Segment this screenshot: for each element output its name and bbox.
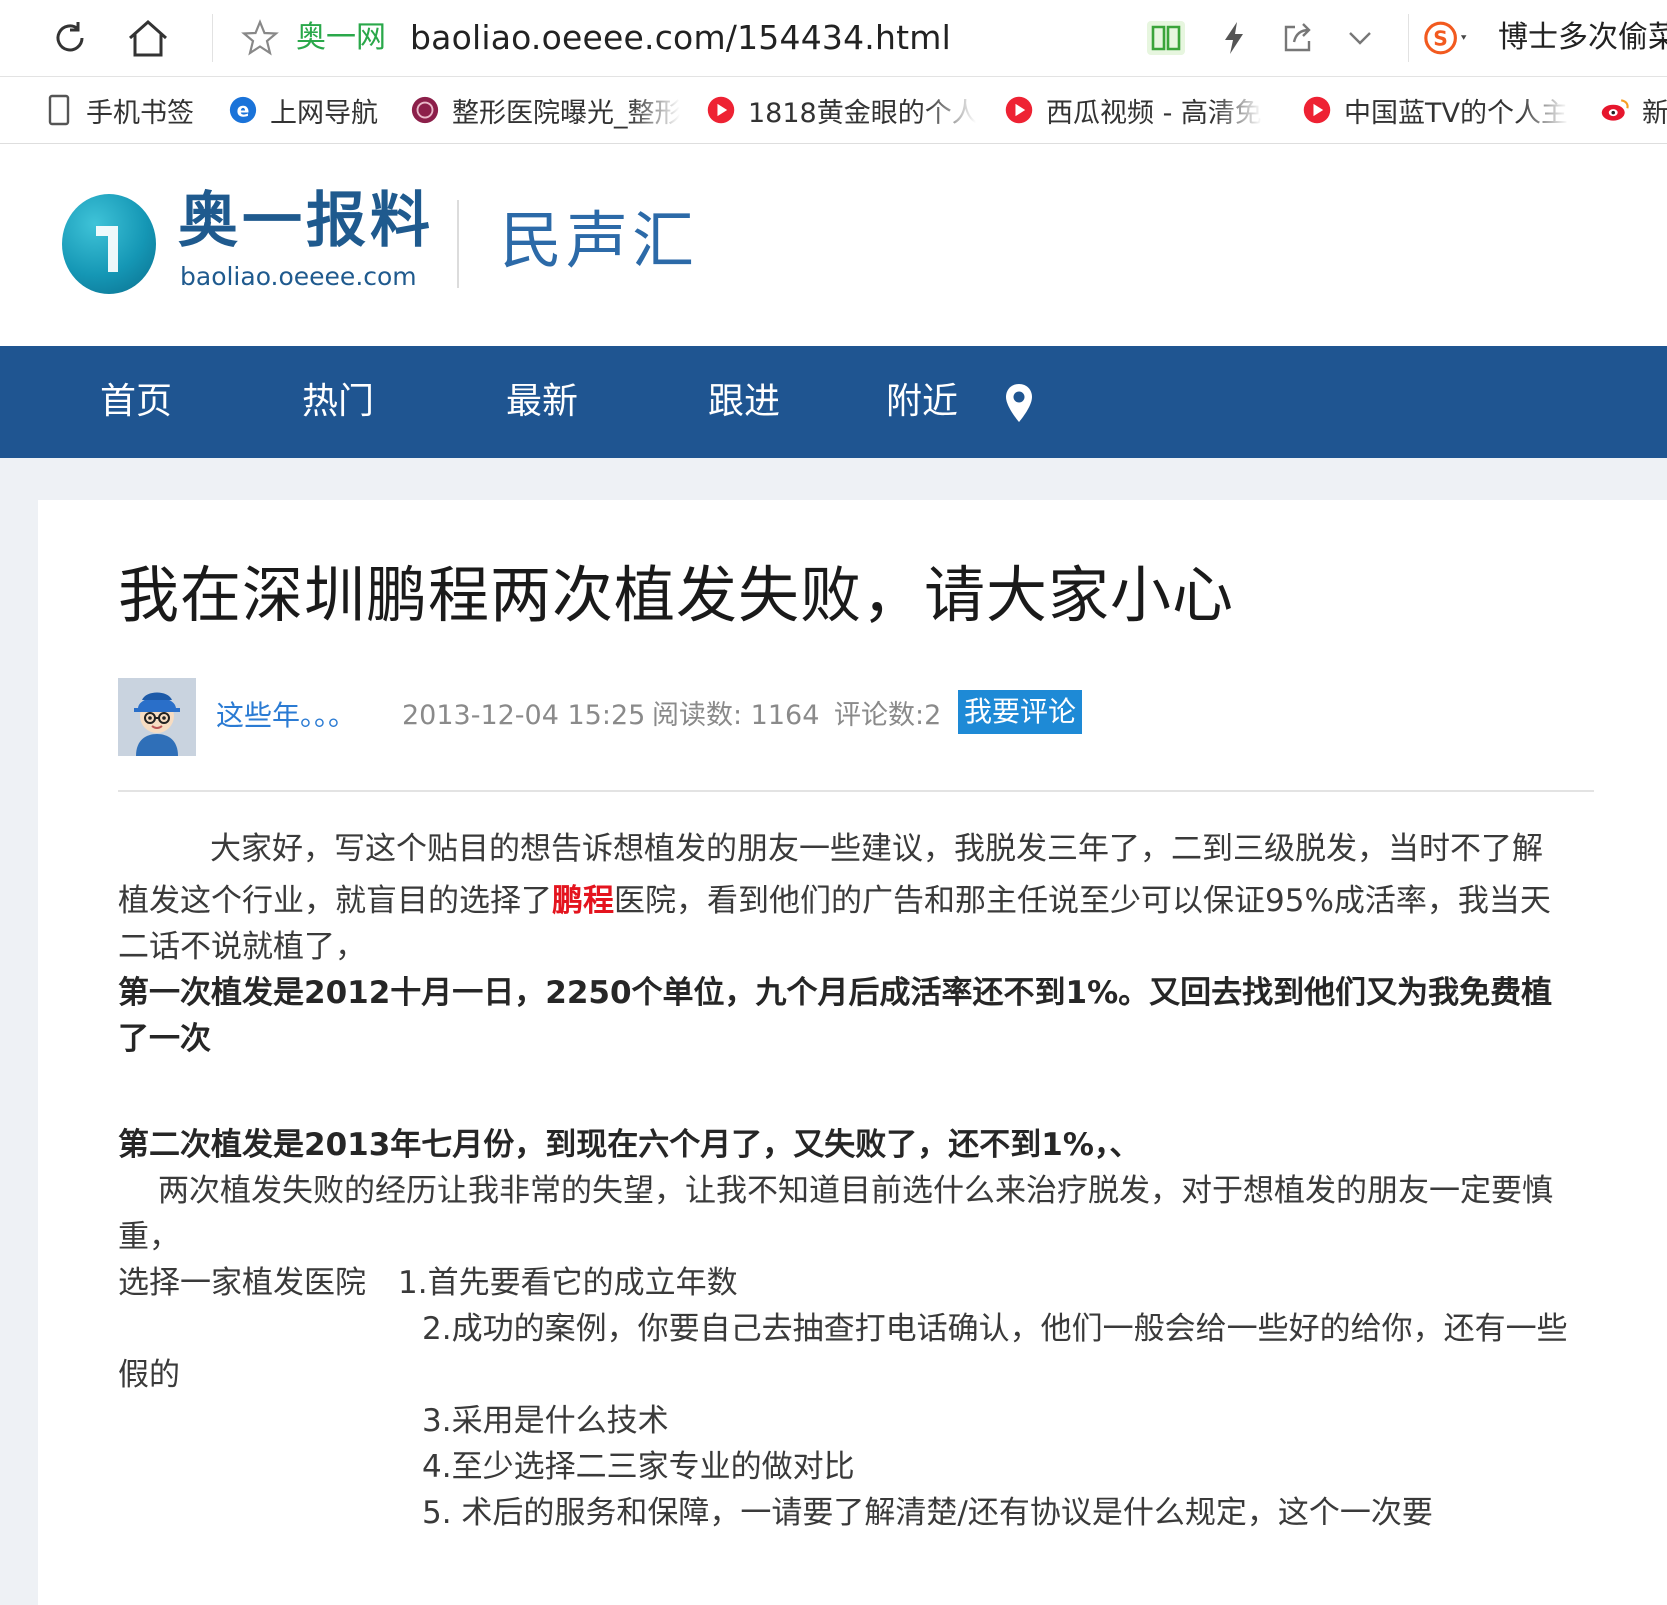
article-card: 我在深圳鹏程两次植发失败，请大家小心 这些年。。。 2013-12-04 15:… — [38, 500, 1667, 1605]
site-name-label: 奥一网 — [296, 20, 386, 55]
location-pin-icon[interactable] — [1004, 382, 1034, 424]
reload-button[interactable] — [46, 14, 94, 62]
toolbar-divider-2 — [1408, 14, 1409, 62]
bold-paragraph-line: 了一次 — [118, 1021, 211, 1057]
paragraph-line: 重， — [118, 1219, 180, 1255]
lightning-icon — [1225, 22, 1243, 54]
list-lead: 选择一家植发医院 — [118, 1265, 366, 1301]
browser-toolbar: 奥一网 baoliao.oeeee.com/154434.html S 博士多次… — [0, 0, 1667, 77]
video-play-icon — [1302, 95, 1332, 125]
home-icon — [129, 19, 167, 57]
speed-mode-button[interactable] — [1210, 14, 1258, 62]
bold-paragraph-line: 第一次植发是2012十月一日，2250个单位，九个月后成活率还不到1%。又回去找… — [118, 975, 1553, 1011]
author-name-link[interactable]: 这些年。。。 — [216, 696, 356, 736]
main-nav: 首页 热门 最新 跟进 附近 — [0, 346, 1667, 458]
bold-paragraph-line: 第二次植发是2013年七月份，到现在六个月了，又失败了，还不到1%，、 — [118, 1127, 1141, 1163]
search-engine-button[interactable]: S — [1424, 14, 1472, 62]
list-item: 4.至少选择二三家专业的做对比 — [422, 1449, 855, 1485]
post-date: 2013-12-04 15:25 — [402, 700, 646, 731]
book-icon — [1147, 21, 1185, 55]
bookmark-label: 上网导航 — [270, 97, 378, 129]
logo-subtitle: baoliao.oeeee.com — [180, 262, 417, 291]
nav-item-nearby[interactable]: 附近 — [886, 376, 958, 428]
reader-mode-button[interactable] — [1142, 14, 1190, 62]
article-title: 我在深圳鹏程两次植发失败，请大家小心 — [118, 560, 1235, 631]
nav-item-follow[interactable]: 跟进 — [708, 376, 780, 428]
section-title[interactable]: 民声汇 — [500, 204, 698, 278]
bookmark-plastic-surgery[interactable]: 整形医院曝光_整形 — [410, 87, 680, 133]
phone-icon — [44, 94, 74, 126]
bookmark-nav[interactable]: e 上网导航 — [228, 87, 378, 133]
list-item: 3.采用是什么技术 — [422, 1403, 669, 1439]
nav-item-hot[interactable]: 热门 — [302, 376, 374, 428]
bookmark-1818[interactable]: 1818黄金眼的个人 — [706, 87, 976, 133]
paragraph-line: 两次植发失败的经历让我非常的失望，让我不知道目前选什么来治疗脱发，对于想植发的朋… — [158, 1173, 1553, 1209]
list-item: 1.首先要看它的成立年数 — [398, 1265, 738, 1301]
list-item: 假的 — [118, 1357, 180, 1393]
chevron-down-icon — [1349, 32, 1371, 45]
menu-dropdown-button[interactable] — [1336, 14, 1384, 62]
paragraph-line: 大家好，写这个贴目的想告诉想植发的朋友一些建议，我脱发三年了，二到三级脱发，当时… — [210, 831, 1543, 867]
list-item: 5. 术后的服务和保障，一请要了解清楚/还有协议是什么规定，这个一次要 — [422, 1495, 1433, 1531]
search-suggestion-text[interactable]: 博士多次偷菜 — [1498, 16, 1667, 60]
svg-text:S: S — [1433, 26, 1448, 50]
article-divider — [118, 790, 1594, 792]
bookmark-weibo[interactable]: 新 — [1600, 87, 1667, 133]
toolbar-divider — [212, 14, 213, 62]
bookmark-label: 中国蓝TV的个人主 — [1344, 97, 1568, 129]
bookmark-label: 手机书签 — [86, 97, 194, 129]
logo-divider — [457, 200, 459, 288]
nav-item-home[interactable]: 首页 — [100, 376, 172, 428]
address-bar-url[interactable]: baoliao.oeeee.com/154434.html — [410, 16, 951, 60]
reload-icon — [56, 22, 84, 52]
share-button[interactable] — [1274, 14, 1322, 62]
highlight-hospital-name: 鹏程 — [552, 883, 614, 919]
nav-item-latest[interactable]: 最新 — [506, 376, 578, 428]
comment-count: 评论数:2 — [834, 700, 942, 731]
bookmark-label: 西瓜视频 - 高清免 — [1046, 97, 1262, 129]
svg-text:e: e — [237, 101, 250, 122]
text-segment: 植发这个行业，就盲目的选择了 — [118, 883, 552, 919]
ie-icon: e — [228, 95, 258, 125]
paragraph-line: 植发这个行业，就盲目的选择了鹏程医院，看到他们的广告和那主任说至少可以保证95%… — [118, 878, 1551, 924]
site-logo-icon[interactable] — [62, 194, 156, 294]
bookmark-mobile[interactable]: 手机书签 — [44, 87, 194, 133]
paragraph-line: 二话不说就植了， — [118, 929, 366, 965]
share-icon — [1284, 23, 1311, 52]
sogou-s-icon: S — [1424, 21, 1467, 55]
text-segment: 医院，看到他们的广告和那主任说至少可以保证95%成活率，我当天 — [614, 883, 1551, 919]
weibo-icon — [1600, 95, 1630, 125]
bookmark-label: 新 — [1642, 97, 1667, 129]
list-item: 2.成功的案例，你要自己去抽查打电话确认，他们一般会给一些好的给你，还有一些 — [422, 1311, 1568, 1347]
bookmark-label: 整形医院曝光_整形 — [452, 97, 680, 129]
read-count: 阅读数: 1164 — [652, 700, 820, 731]
bookmark-xigua[interactable]: 西瓜视频 - 高清免 — [1004, 87, 1274, 133]
bookmark-star-button[interactable] — [236, 14, 284, 62]
write-comment-button[interactable]: 我要评论 — [958, 690, 1083, 734]
video-play-icon — [706, 95, 736, 125]
cartoon-avatar-icon — [118, 678, 196, 756]
video-play-icon — [1004, 95, 1034, 125]
author-avatar[interactable] — [118, 678, 196, 756]
hospital-logo-icon — [410, 95, 440, 125]
bookmark-label: 1818黄金眼的个人 — [748, 97, 976, 129]
logo-title[interactable]: 奥一报料 — [178, 186, 434, 256]
star-icon — [241, 19, 279, 56]
bookmark-bar: 手机书签 e 上网导航 整形医院曝光_整形 1818黄金眼的个人 西瓜视频 - … — [0, 77, 1667, 144]
site-header: 奥一报料 baoliao.oeeee.com 民声汇 — [0, 144, 1667, 346]
bookmark-cztv[interactable]: 中国蓝TV的个人主 — [1302, 87, 1572, 133]
home-button[interactable] — [124, 14, 172, 62]
